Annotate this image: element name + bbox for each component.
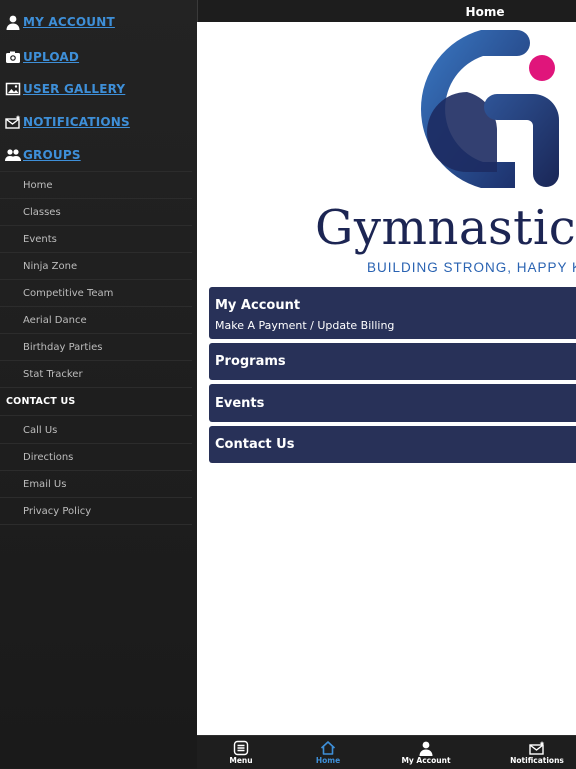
tab-label: Notifications: [510, 756, 564, 765]
mail-icon: [5, 114, 21, 130]
contact-list: Call Us Directions Email Us Privacy Poli…: [0, 417, 192, 525]
card-title: Programs: [215, 354, 286, 369]
header-bar: Home: [197, 0, 576, 22]
card-title: Contact Us: [215, 437, 295, 452]
sidebar-item-aerial-dance[interactable]: Aerial Dance: [0, 307, 192, 334]
sidebar-item-call-us[interactable]: Call Us: [0, 417, 192, 444]
person-icon: [5, 14, 21, 30]
card-my-account[interactable]: My Account Make A Payment / Update Billi…: [209, 287, 576, 339]
group-icon: [5, 147, 21, 163]
sidebar-link-label: GROUPS: [23, 148, 81, 162]
sidebar-item-home[interactable]: Home: [0, 172, 192, 199]
menu-icon: [233, 740, 249, 756]
card-subtitle: Make A Payment / Update Billing: [215, 319, 395, 332]
sidebar-item-directions[interactable]: Directions: [0, 444, 192, 471]
contact-us-heading: CONTACT US: [6, 396, 76, 407]
sidebar-link-user-gallery[interactable]: USER GALLERY: [5, 78, 125, 100]
card-contact-us[interactable]: Contact Us: [209, 426, 576, 463]
sidebar-item-stat-tracker[interactable]: Stat Tracker: [0, 361, 192, 388]
tab-label: Home: [315, 756, 341, 765]
gymnastics-logo: Gymnastics BUILDING STRONG, HAPPY K: [197, 22, 576, 282]
g-logo-mark-icon: [420, 30, 559, 188]
sidebar-item-events[interactable]: Events: [0, 226, 192, 253]
sidebar: MY ACCOUNT UPLOAD USER GALLERY NOTIFICAT…: [0, 0, 197, 768]
sidebar-item-privacy-policy[interactable]: Privacy Policy: [0, 498, 192, 525]
page-title: Home: [465, 5, 505, 19]
sidebar-link-upload[interactable]: UPLOAD: [5, 46, 79, 68]
gallery-icon: [5, 81, 21, 97]
logo-tagline: BUILDING STRONG, HAPPY K: [367, 260, 576, 275]
sidebar-link-my-account[interactable]: MY ACCOUNT: [5, 11, 115, 33]
tab-label: Menu: [229, 756, 253, 765]
logo-wordmark: Gymnastics: [315, 200, 576, 256]
sidebar-link-groups[interactable]: GROUPS: [5, 144, 81, 166]
sidebar-link-label: NOTIFICATIONS: [23, 115, 130, 129]
bottom-tab-bar: Menu Home My Account Notifications: [197, 735, 576, 769]
sidebar-item-ninja-zone[interactable]: Ninja Zone: [0, 253, 192, 280]
card-programs[interactable]: Programs: [209, 343, 576, 380]
sidebar-link-notifications[interactable]: NOTIFICATIONS: [5, 111, 130, 133]
sidebar-item-birthday-parties[interactable]: Birthday Parties: [0, 334, 192, 361]
tab-my-account[interactable]: My Account: [397, 736, 455, 769]
card-title: My Account: [215, 298, 301, 313]
card-events[interactable]: Events: [209, 384, 576, 422]
mail-icon: [529, 740, 545, 756]
person-icon: [418, 740, 434, 756]
sidebar-item-competitive-team[interactable]: Competitive Team: [0, 280, 192, 307]
tab-label: My Account: [401, 756, 451, 765]
tab-notifications[interactable]: Notifications: [507, 736, 567, 769]
divider: [0, 415, 192, 416]
sidebar-link-label: UPLOAD: [23, 50, 80, 64]
sidebar-link-label: MY ACCOUNT: [23, 15, 115, 29]
tab-home[interactable]: Home: [304, 736, 352, 769]
card-title: Events: [215, 396, 265, 411]
home-icon: [320, 740, 336, 756]
sidebar-item-classes[interactable]: Classes: [0, 199, 192, 226]
sidebar-link-label: USER GALLERY: [23, 82, 126, 96]
tab-menu[interactable]: Menu: [217, 736, 265, 769]
sidebar-item-email-us[interactable]: Email Us: [0, 471, 192, 498]
main-content: Home Gymnastics BUILDING STRONG, HAPPY K…: [197, 0, 576, 768]
groups-list: Home Classes Events Ninja Zone Competiti…: [0, 171, 192, 388]
camera-icon: [5, 49, 21, 65]
